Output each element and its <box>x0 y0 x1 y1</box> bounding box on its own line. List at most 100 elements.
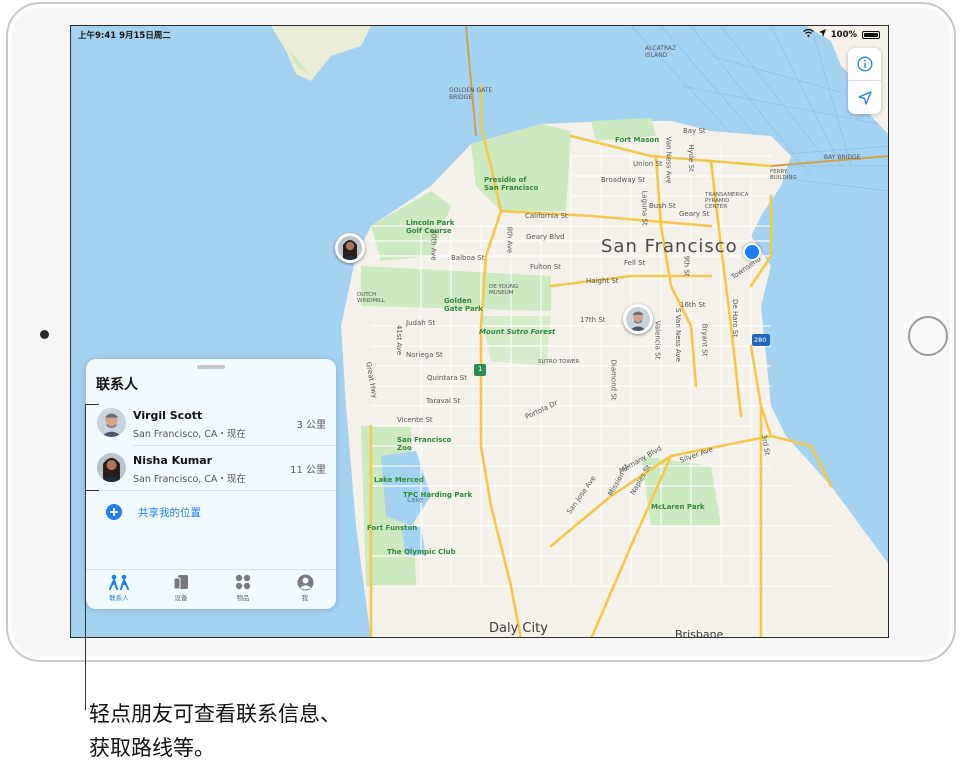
label-ferry-building: FERRY BUILDING <box>770 169 797 181</box>
tab-bar: 联系人 设备 物品 我 <box>86 569 336 609</box>
home-button[interactable] <box>908 316 948 356</box>
street-label: 30th Ave <box>429 229 438 261</box>
status-time: 上午9:41 9月15日周二 <box>78 31 171 41</box>
tab-people[interactable]: 联系人 <box>88 572 150 608</box>
contact-row-virgil[interactable]: Virgil Scott San Francisco, CA・现在 3 公里 <box>86 401 336 445</box>
label-golden-gate-park: Golden Gate Park <box>444 297 483 313</box>
label-transamerica: TRANSAMERICA PYRAMID CENTER <box>705 192 749 210</box>
label-mount-sutro: Mount Sutro Forest <box>479 328 556 336</box>
street-label: 41st Ave <box>395 324 404 356</box>
tab-label: 我 <box>301 594 309 602</box>
status-bar: 上午9:41 9月15日周二 100% <box>71 26 888 44</box>
items-icon <box>212 572 274 592</box>
street-label: Balboa St <box>451 254 485 262</box>
contact-location: San Francisco, CA・现在 <box>133 429 246 440</box>
label-fort-mason: Fort Mason <box>615 136 660 144</box>
locate-me-button[interactable] <box>848 81 881 114</box>
info-icon <box>857 56 872 72</box>
contact-distance: 3 公里 <box>296 420 326 431</box>
hwy-1-shield: 1 <box>478 365 483 373</box>
street-label: Fell St <box>624 259 646 267</box>
devices-icon <box>150 572 212 592</box>
contact-location: San Francisco, CA・现在 <box>133 474 246 485</box>
label-sf-zoo: San Francisco Zoo <box>397 436 452 452</box>
street-label: Lake <box>407 496 424 504</box>
callout-line <box>85 404 86 710</box>
street-label: Bay St <box>683 127 706 135</box>
label-lake-merced: Lake Merced <box>374 476 424 484</box>
street-label: Union St <box>633 160 663 168</box>
label-mclaren: McLaren Park <box>651 503 705 511</box>
me-icon <box>274 572 336 592</box>
location-arrow-icon <box>857 90 872 105</box>
street-label: Hyde St <box>686 144 695 172</box>
label-presidio: Presidio of San Francisco <box>484 176 539 192</box>
street-label: Van Ness Ave <box>664 136 673 184</box>
label-olympic-club: The Olympic Club <box>387 548 456 556</box>
share-my-location-button[interactable]: 共享我的位置 <box>86 499 336 529</box>
label-de-young: DE YOUNG MUSEUM <box>489 284 519 296</box>
tab-label: 联系人 <box>109 594 129 602</box>
city-label-daly-city: Daly City <box>489 621 548 636</box>
share-label: 共享我的位置 <box>138 507 201 519</box>
contact-distance: 11 公里 <box>290 465 326 476</box>
street-label: Geary Blvd <box>526 233 565 241</box>
hwy-280-shield: 280 <box>754 336 767 344</box>
tab-label: 设备 <box>174 594 188 602</box>
label-alcatraz: ALCATRAZ ISLAND <box>645 45 677 59</box>
street-label: S Van Ness Ave <box>673 308 682 362</box>
street-label: Quintara St <box>427 374 467 382</box>
callout-bracket-bottom <box>85 490 99 491</box>
street-label: Geary St <box>679 210 710 218</box>
label-golden-gate-bridge: GOLDEN GATE BRIDGE <box>449 87 493 101</box>
avatar-virgil <box>626 307 650 331</box>
avatar <box>97 453 126 482</box>
street-label: Diamond St <box>609 359 618 401</box>
label-sutro-tower: SUTRO TOWER <box>538 359 580 365</box>
label-fort-funston: Fort Funston <box>367 524 418 532</box>
street-label: 17th St <box>580 316 606 324</box>
street-label: Noriega St <box>406 351 443 359</box>
label-bay-bridge: BAY BRIDGE <box>824 154 861 161</box>
street-label: De Haro St <box>730 299 739 337</box>
location-arrow-icon <box>818 29 826 40</box>
street-label: Bryant St <box>700 323 709 357</box>
street-label: 9th St <box>682 255 691 277</box>
caption-line-2: 获取路线等。 <box>89 736 215 760</box>
add-icon <box>106 504 122 520</box>
avatar-nisha <box>338 236 362 260</box>
callout-bracket-top <box>85 404 99 405</box>
front-camera <box>40 330 49 339</box>
contact-row-nisha[interactable]: Nisha Kumar San Francisco, CA・现在 11 公里 <box>86 446 336 490</box>
street-label: Haight St <box>586 277 619 285</box>
street-label: Fulton St <box>530 263 561 271</box>
map-controls <box>848 48 881 114</box>
city-label-brisbane: Brisbane <box>675 628 724 638</box>
street-label: 16th St <box>680 301 706 309</box>
label-dutch-windmill: DUTCH WINDMILL <box>357 292 385 304</box>
avatar <box>97 408 126 437</box>
my-location-dot <box>743 243 761 261</box>
street-label: Bush St <box>649 202 676 210</box>
friend-pin-nisha[interactable] <box>335 233 365 263</box>
callout-caption: 轻点朋友可查看联系信息、 获取路线等。 <box>89 697 341 765</box>
friend-pin-virgil[interactable] <box>623 304 653 334</box>
contact-name: Virgil Scott <box>133 409 203 422</box>
contact-name: Nisha Kumar <box>133 454 213 467</box>
tab-items[interactable]: 物品 <box>212 572 274 608</box>
wifi-icon <box>802 28 814 40</box>
street-label: Valencia St <box>653 320 662 360</box>
screen: ALCATRAZ ISLAND GOLDEN GATE BRIDGE Fort Ma… <box>70 25 889 638</box>
battery-percent: 100% <box>830 29 857 40</box>
info-button[interactable] <box>848 48 881 81</box>
divider <box>86 490 336 491</box>
street-label: Vicente St <box>397 416 433 424</box>
street-label: Broadway St <box>601 176 646 184</box>
tab-me[interactable]: 我 <box>274 572 336 608</box>
tab-devices[interactable]: 设备 <box>150 572 212 608</box>
tab-label: 物品 <box>236 594 250 602</box>
panel-grabber[interactable] <box>197 365 225 369</box>
street-label: 8th Ave <box>505 226 514 254</box>
people-icon <box>88 572 150 592</box>
battery-icon <box>862 30 880 39</box>
